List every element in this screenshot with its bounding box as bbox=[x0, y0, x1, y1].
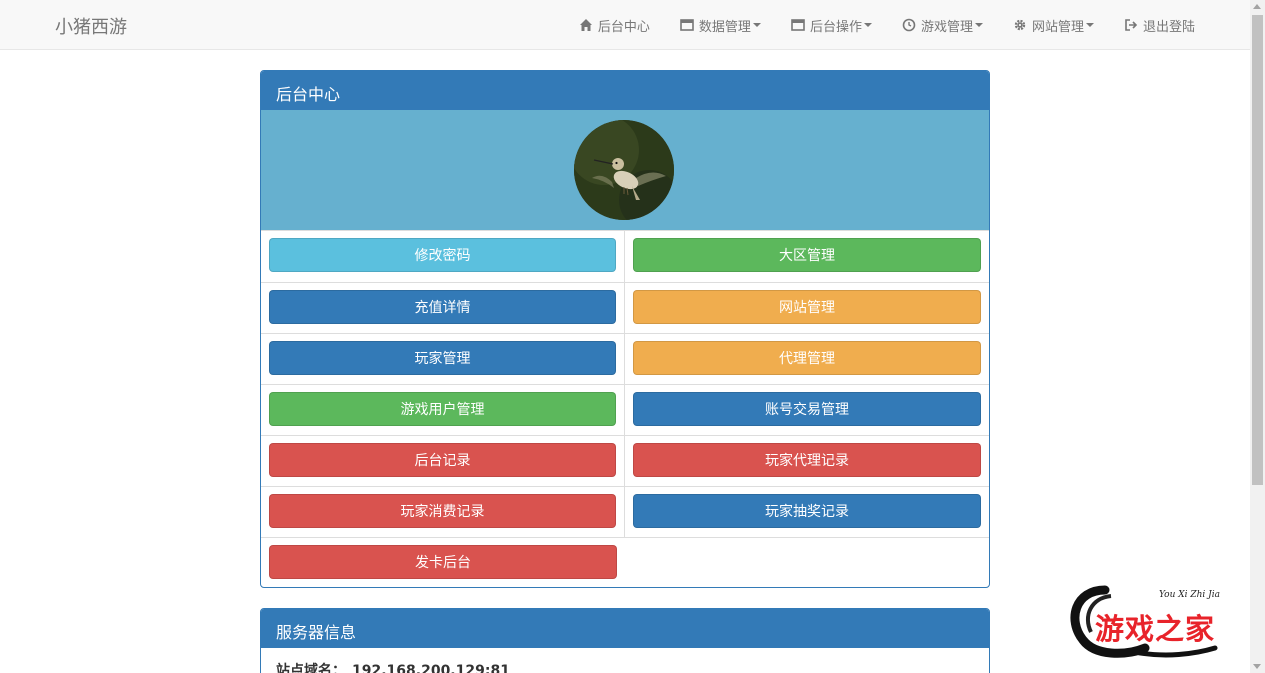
nav-label: 后台操作 bbox=[809, 19, 862, 35]
nav-label: 退出登陆 bbox=[1142, 19, 1195, 35]
logout-icon bbox=[1125, 19, 1138, 31]
caret-down-icon bbox=[863, 23, 872, 27]
watermark-cn: 游戏之家 bbox=[1095, 612, 1216, 646]
backend-log-button[interactable]: 后台记录 bbox=[269, 443, 616, 477]
server-info-panel: 服务器信息 站点域名： 192.168.200.129:81 bbox=[260, 608, 990, 673]
nav-item-logout[interactable]: 退出登陆 bbox=[1124, 16, 1195, 35]
caret-down-icon bbox=[974, 23, 983, 27]
watermark-logo: You Xi Zhi Jia 游戏之家 bbox=[1065, 582, 1257, 660]
scroll-up-arrow-icon[interactable] bbox=[1253, 4, 1261, 9]
button-row: 发卡后台 bbox=[261, 537, 989, 587]
agent-management-button[interactable]: 代理管理 bbox=[633, 341, 981, 375]
nav-item-data-management[interactable]: 数据管理 bbox=[680, 16, 761, 35]
change-password-button[interactable]: 修改密码 bbox=[269, 238, 616, 272]
clock-icon bbox=[902, 18, 916, 32]
brand-title[interactable]: 小猪西游 bbox=[55, 13, 127, 39]
nav-label: 数据管理 bbox=[698, 19, 751, 35]
vertical-scrollbar[interactable] bbox=[1250, 0, 1265, 673]
watermark-en: You Xi Zhi Jia bbox=[1159, 590, 1221, 600]
hummingbird-image bbox=[574, 120, 674, 220]
panel-title: 服务器信息 bbox=[261, 609, 989, 648]
domain-label: 站点域名： bbox=[276, 663, 346, 673]
server-info-body: 站点域名： 192.168.200.129:81 bbox=[261, 648, 989, 673]
button-row: 修改密码 大区管理 bbox=[261, 231, 989, 282]
avatar bbox=[574, 120, 674, 220]
profile-banner bbox=[261, 110, 989, 231]
top-navbar: 小猪西游 后台中心 数据管理 后台操作 游戏管理 网站管理 退出登陆 bbox=[0, 0, 1250, 50]
nav-item-game-management[interactable]: 游戏管理 bbox=[902, 16, 983, 35]
nav-label: 网站管理 bbox=[1031, 19, 1084, 35]
admin-center-panel: 后台中心 修改密码 大区管理 充值详情 网站管理 玩家管理 代理管理 游戏用户管… bbox=[260, 70, 990, 588]
caret-down-icon bbox=[752, 23, 761, 27]
button-row: 玩家消费记录 玩家抽奖记录 bbox=[261, 486, 989, 537]
player-management-button[interactable]: 玩家管理 bbox=[269, 341, 616, 375]
nav-item-home[interactable]: 后台中心 bbox=[579, 16, 650, 35]
window-icon bbox=[680, 19, 694, 31]
button-row: 玩家管理 代理管理 bbox=[261, 333, 989, 384]
nav-label: 后台中心 bbox=[597, 19, 650, 35]
button-row: 游戏用户管理 账号交易管理 bbox=[261, 384, 989, 435]
nav-label: 游戏管理 bbox=[920, 19, 973, 35]
recharge-details-button[interactable]: 充值详情 bbox=[269, 290, 616, 324]
game-user-management-button[interactable]: 游戏用户管理 bbox=[269, 392, 616, 426]
action-button-grid: 修改密码 大区管理 充值详情 网站管理 玩家管理 代理管理 游戏用户管理 账号交… bbox=[261, 231, 989, 587]
button-row: 充值详情 网站管理 bbox=[261, 282, 989, 333]
account-trade-management-button[interactable]: 账号交易管理 bbox=[633, 392, 981, 426]
scroll-thumb[interactable] bbox=[1252, 15, 1263, 485]
gear-icon bbox=[1014, 19, 1026, 31]
player-lottery-log-button[interactable]: 玩家抽奖记录 bbox=[633, 494, 981, 528]
card-issuing-backend-button[interactable]: 发卡后台 bbox=[269, 545, 617, 579]
caret-down-icon bbox=[1085, 23, 1094, 27]
region-management-button[interactable]: 大区管理 bbox=[633, 238, 981, 272]
scroll-down-arrow-icon[interactable] bbox=[1253, 664, 1261, 669]
main-nav: 后台中心 数据管理 后台操作 游戏管理 网站管理 退出登陆 bbox=[549, 0, 1195, 50]
panel-title: 后台中心 bbox=[261, 71, 989, 110]
site-management-button[interactable]: 网站管理 bbox=[633, 290, 981, 324]
player-agent-log-button[interactable]: 玩家代理记录 bbox=[633, 443, 981, 477]
domain-value: 192.168.200.129:81 bbox=[352, 663, 510, 673]
button-row: 后台记录 玩家代理记录 bbox=[261, 435, 989, 486]
window-icon bbox=[791, 19, 805, 31]
nav-item-site-management[interactable]: 网站管理 bbox=[1013, 16, 1094, 35]
home-icon bbox=[579, 19, 592, 31]
player-spending-log-button[interactable]: 玩家消费记录 bbox=[269, 494, 616, 528]
nav-item-backend-ops[interactable]: 后台操作 bbox=[791, 16, 872, 35]
